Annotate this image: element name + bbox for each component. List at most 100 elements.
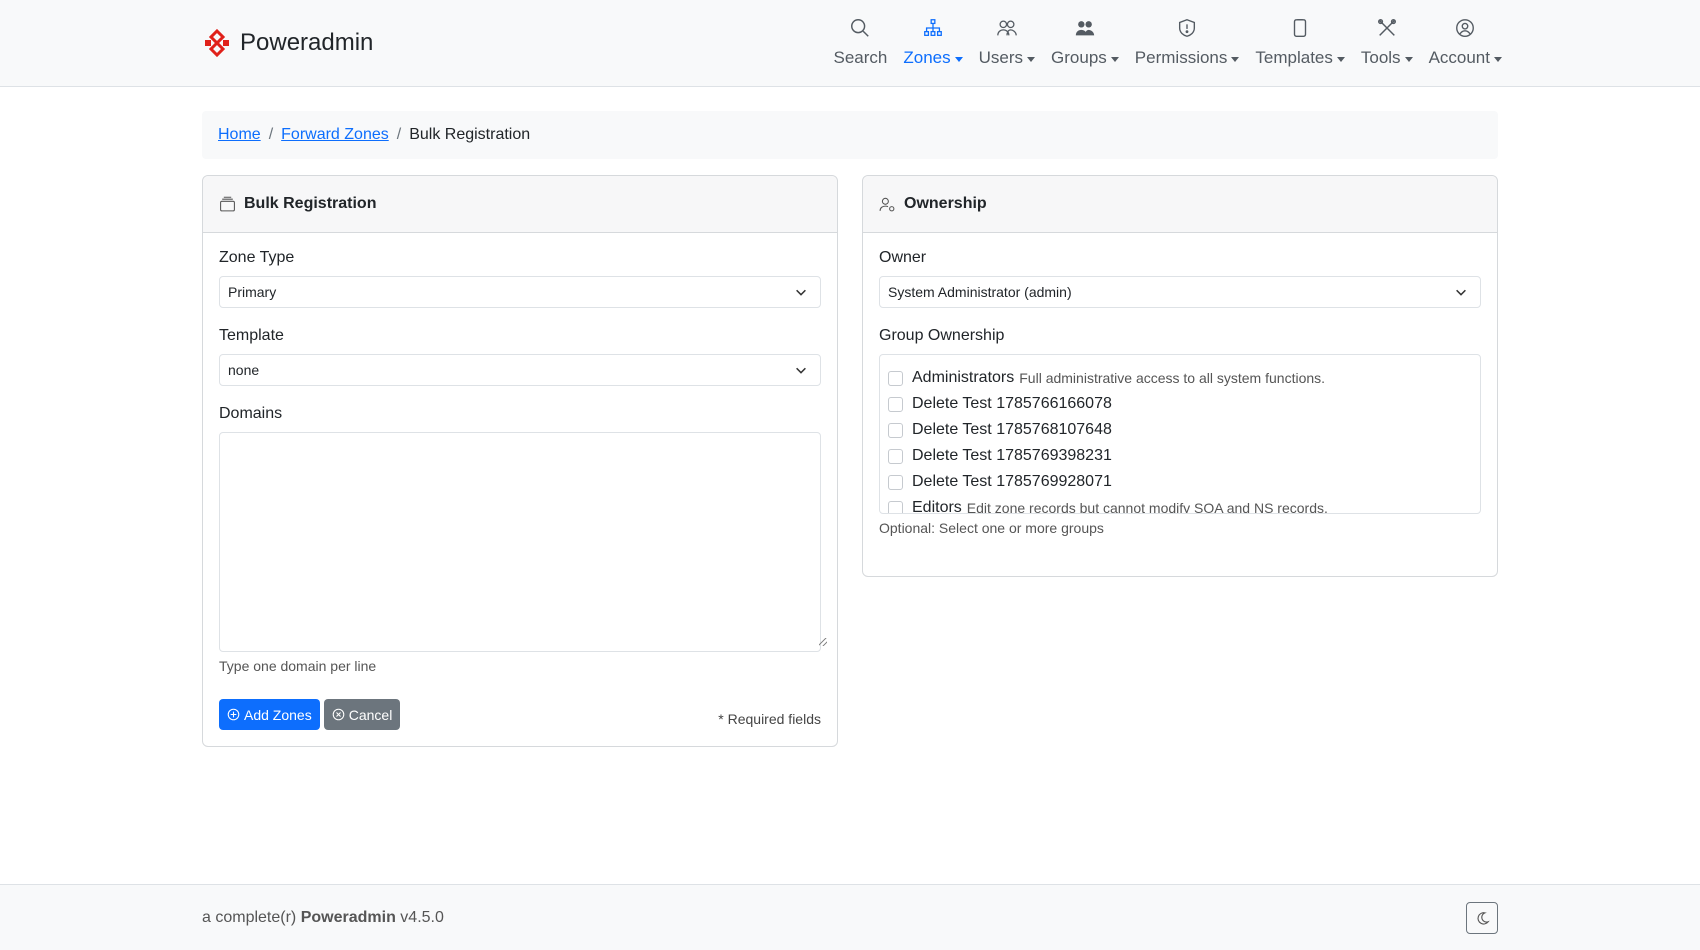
template-select[interactable]: none <box>219 354 821 386</box>
nav-permissions-label: Permissions <box>1134 48 1228 67</box>
bulk-registration-title: Bulk Registration <box>244 195 377 212</box>
nav-account[interactable]: Account <box>1421 16 1510 68</box>
group-ownership-list[interactable]: Administrators Full administrative acces… <box>879 354 1481 514</box>
group-item: Delete Test 1785766166078 <box>888 391 1472 417</box>
footer-prefix: a complete(r) <box>202 909 297 926</box>
owner-value: System Administrator (admin) <box>888 284 1072 300</box>
chevron-down-icon <box>1494 56 1502 62</box>
nav-search[interactable]: Search <box>826 16 896 68</box>
group-checkbox[interactable] <box>888 396 903 412</box>
owner-select[interactable]: System Administrator (admin) <box>879 276 1481 308</box>
nav-groups[interactable]: Groups <box>1043 16 1127 68</box>
zone-type-label: Zone Type <box>219 249 295 266</box>
add-zones-button[interactable]: Add Zones <box>219 699 320 730</box>
bulk-registration-header: Bulk Registration <box>203 176 837 233</box>
domains-label: Domains <box>219 405 283 422</box>
chevron-down-icon <box>1027 56 1036 62</box>
card-stack-icon <box>220 196 235 211</box>
group-name: Delete Test 1785768107648 <box>912 421 1112 438</box>
footer-version: v4.5.0 <box>400 909 444 926</box>
group-description: Edit zone records but cannot modify SOA … <box>966 500 1328 514</box>
chevron-down-icon <box>1404 56 1413 62</box>
breadcrumb-separator: / <box>268 126 274 143</box>
nav-account-label: Account <box>1428 48 1490 67</box>
copy-icon <box>1288 16 1312 40</box>
top-navbar: Poweradmin Search Zones Users Groups Per… <box>0 0 1700 87</box>
tools-icon <box>1375 16 1399 40</box>
group-name: Delete Test 1785766166078 <box>912 395 1112 412</box>
chevron-down-icon <box>1110 56 1119 62</box>
group-checkbox[interactable] <box>888 422 903 438</box>
group-item: Delete Test 1785769928071 <box>888 469 1472 495</box>
template-value: none <box>228 362 260 378</box>
domains-textarea[interactable] <box>219 432 821 652</box>
chevron-down-icon <box>1456 289 1466 296</box>
x-circle-icon <box>332 708 345 721</box>
zone-type-value: Primary <box>228 284 277 300</box>
footer-product: Poweradmin <box>300 909 396 926</box>
group-checkbox[interactable] <box>888 370 903 386</box>
group-description: Full administrative access to all system… <box>1019 370 1326 386</box>
footer-text: a complete(r) Poweradmin v4.5.0 <box>202 909 444 927</box>
ownership-header: Ownership <box>863 176 1497 233</box>
group-name: Administrators <box>912 369 1015 386</box>
search-icon <box>848 16 872 40</box>
brand-link[interactable]: Poweradmin <box>202 26 373 60</box>
cancel-label: Cancel <box>348 706 393 723</box>
required-fields-note: * Required fields <box>718 711 821 727</box>
textarea-resize-handle[interactable] <box>819 638 827 646</box>
domains-help: Type one domain per line <box>219 658 377 674</box>
group-item: Delete Test 1785769398231 <box>888 443 1472 469</box>
group-checkbox[interactable] <box>888 474 903 490</box>
account-icon <box>1453 16 1477 40</box>
ownership-card: Ownership Owner System Administrator (ad… <box>862 175 1498 577</box>
footer: a complete(r) Poweradmin v4.5.0 <box>0 884 1700 950</box>
group-checkbox[interactable] <box>888 500 903 513</box>
breadcrumb-current: Bulk Registration <box>409 126 531 143</box>
breadcrumb-separator: / <box>396 126 402 143</box>
theme-toggle-button[interactable] <box>1466 902 1498 934</box>
breadcrumb-forward-zones-link[interactable]: Forward Zones <box>281 126 389 144</box>
zone-type-select[interactable]: Primary <box>219 276 821 308</box>
template-label: Template <box>219 327 284 344</box>
chevron-down-icon <box>1336 56 1345 62</box>
nav-zones-label: Zones <box>903 48 951 67</box>
poweradmin-logo-icon <box>205 28 229 58</box>
breadcrumb: Home / Forward Zones / Bulk Registration <box>202 111 1498 159</box>
cancel-button[interactable]: Cancel <box>323 699 401 730</box>
group-item: Editors Edit zone records but cannot mod… <box>888 495 1472 514</box>
group-item: Delete Test 1785768107648 <box>888 417 1472 443</box>
person-gear-icon <box>879 197 895 211</box>
chevron-down-icon <box>954 56 963 62</box>
nav-permissions[interactable]: Permissions <box>1127 16 1248 68</box>
group-name: Editors <box>912 499 962 514</box>
chevron-down-icon <box>796 367 806 374</box>
users-icon <box>995 16 1019 40</box>
group-name: Delete Test 1785769928071 <box>912 473 1112 490</box>
group-checkbox[interactable] <box>888 448 903 464</box>
group-name: Delete Test 1785769398231 <box>912 447 1112 464</box>
moon-icon <box>1477 911 1490 925</box>
nav-tools-label: Tools <box>1360 48 1401 67</box>
nav-groups-label: Groups <box>1051 48 1107 67</box>
group-ownership-label: Group Ownership <box>879 327 1005 344</box>
nav-users-label: Users <box>978 48 1024 67</box>
nav-templates[interactable]: Templates <box>1247 16 1352 68</box>
shield-icon <box>1175 16 1199 40</box>
group-icon <box>1073 16 1097 40</box>
main-nav: Search Zones Users Groups Permissions Te… <box>826 16 1510 68</box>
nav-templates-label: Templates <box>1255 48 1333 67</box>
nav-tools[interactable]: Tools <box>1353 16 1421 68</box>
owner-label: Owner <box>879 249 927 266</box>
group-item: Administrators Full administrative acces… <box>888 365 1472 391</box>
chevron-down-icon <box>796 289 806 296</box>
breadcrumb-home-link[interactable]: Home <box>218 126 261 144</box>
group-ownership-help: Optional: Select one or more groups <box>879 520 1104 536</box>
add-zones-label: Add Zones <box>244 706 312 723</box>
ownership-title: Ownership <box>904 195 987 212</box>
brand-name: Poweradmin <box>240 29 374 56</box>
nav-search-label: Search <box>833 48 888 67</box>
bulk-registration-card: Bulk Registration Zone Type Primary Temp… <box>202 175 838 747</box>
nav-zones[interactable]: Zones <box>895 16 970 68</box>
nav-users[interactable]: Users <box>971 16 1043 68</box>
